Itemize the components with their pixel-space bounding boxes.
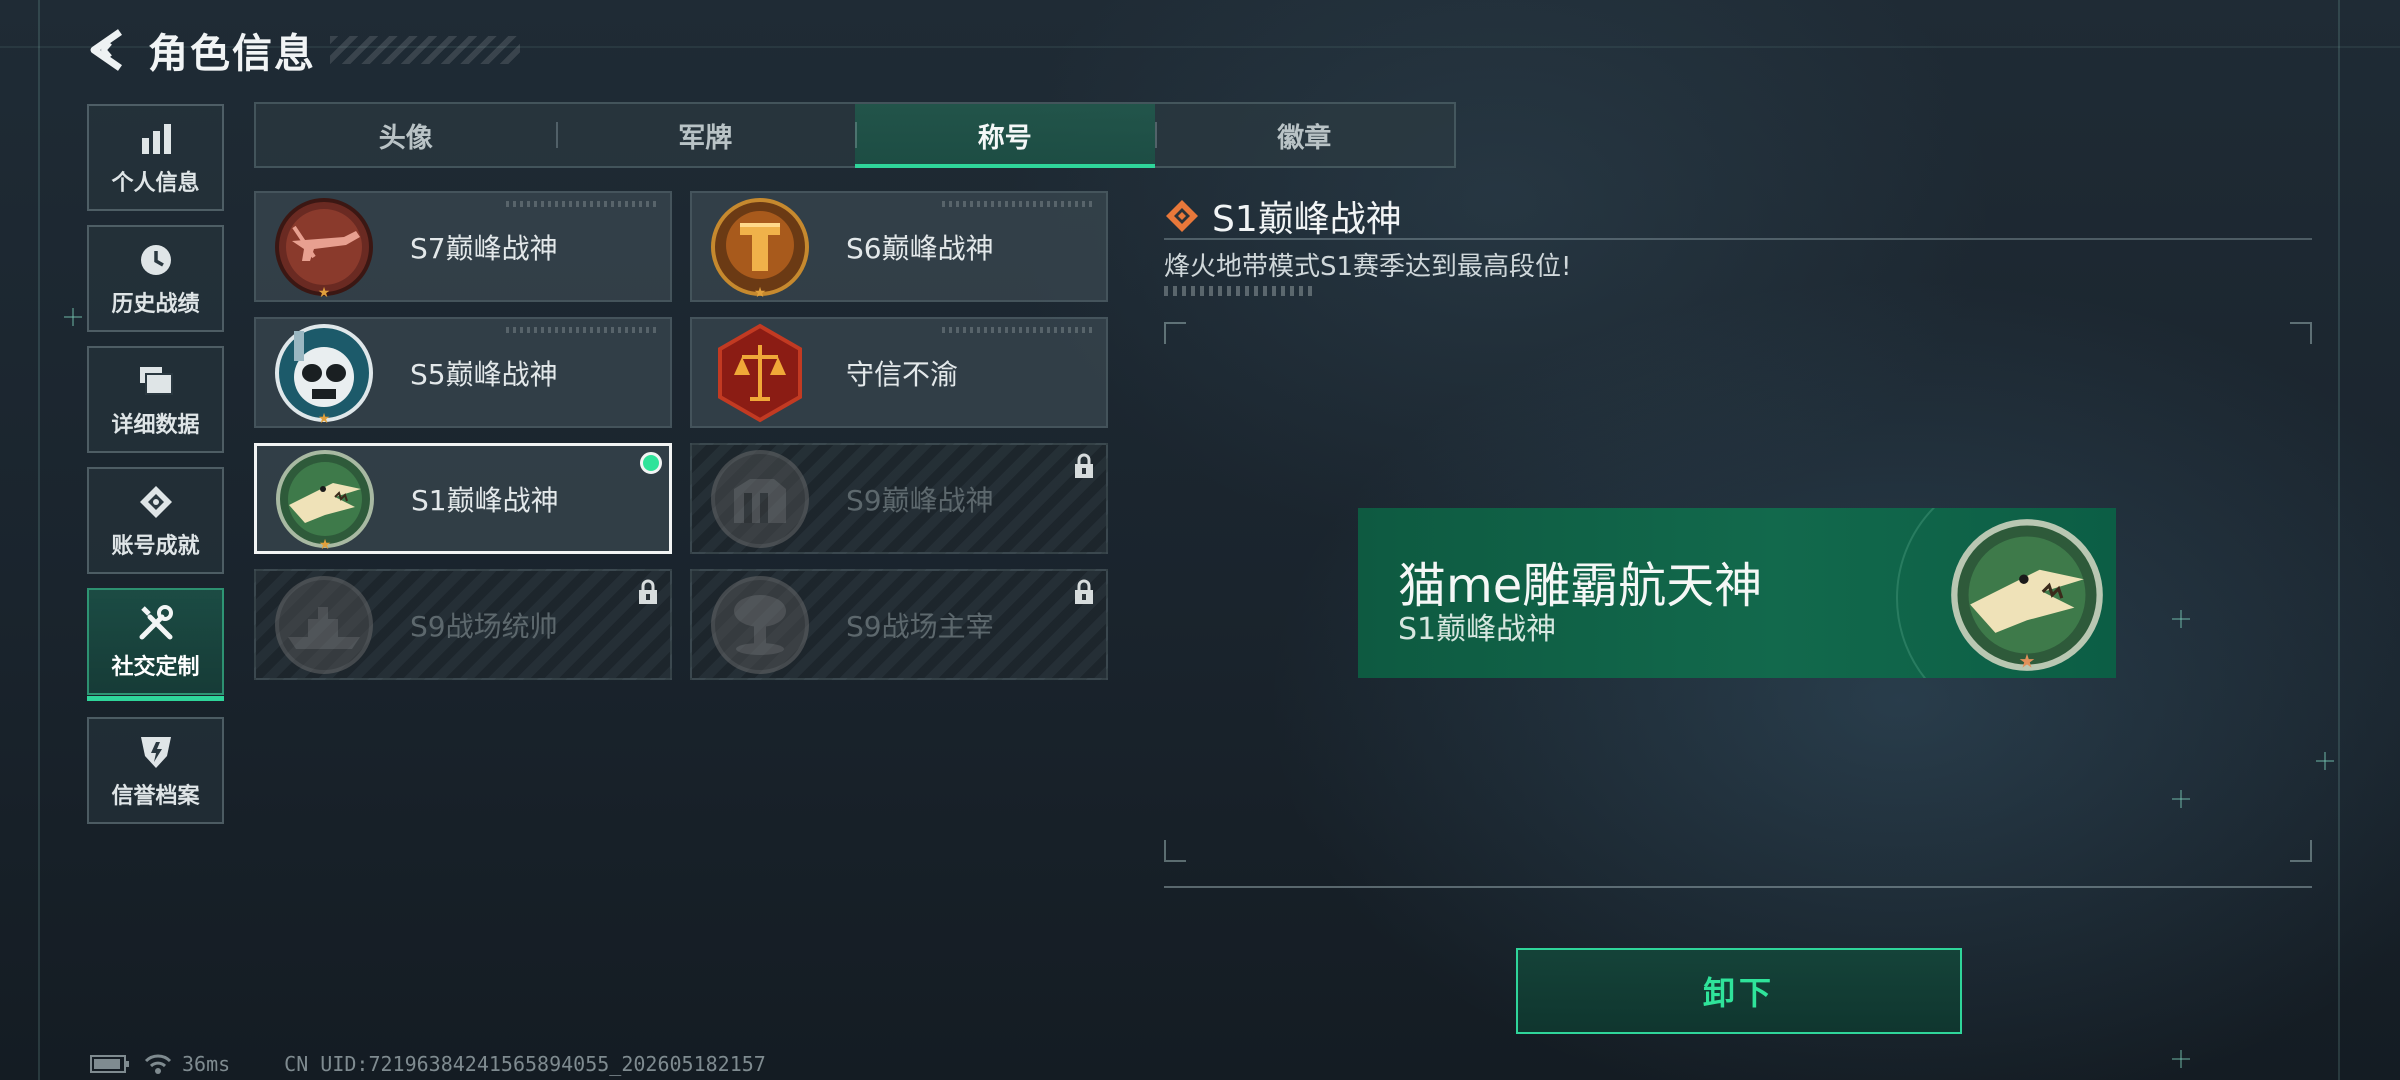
- card-decoration: [942, 327, 1092, 333]
- title-name: S6巅峰战神: [846, 231, 994, 265]
- crocodile-emblem-icon: ★: [275, 449, 375, 553]
- title-card[interactable]: 守信不渝: [690, 317, 1108, 428]
- title-card[interactable]: S9巅峰战神: [690, 443, 1108, 554]
- frame-corner: [2290, 322, 2312, 344]
- divider: [1164, 886, 2312, 888]
- sidebar-item-details[interactable]: 详细数据: [87, 346, 224, 453]
- lock-icon: [639, 579, 657, 604]
- title-card[interactable]: ★ S1巅峰战神: [254, 443, 672, 554]
- nameplate-title: S1巅峰战神: [1398, 612, 1557, 647]
- battleship-emblem-icon: [274, 575, 374, 675]
- title-name: S9巅峰战神: [846, 483, 994, 517]
- title-decoration: [330, 36, 520, 64]
- sidebar-item-label: 信誉档案: [111, 783, 200, 809]
- title-name: S9战场统帅: [410, 609, 558, 643]
- hud-plus-mark: [2172, 1050, 2190, 1068]
- scales-emblem-icon: [710, 323, 810, 423]
- hud-plus-mark: [2316, 752, 2334, 770]
- page-header: 角色信息: [84, 22, 520, 78]
- skull-mask-emblem-icon: ★: [274, 323, 374, 427]
- unequip-label: 卸下: [1702, 974, 1775, 1012]
- card-decoration: [506, 201, 656, 207]
- battery-icon: [90, 1055, 129, 1073]
- title-grid: ★ S7巅峰战神 ★ S6巅峰战神 ★ S5巅峰战神 守信不渝 ★ S1巅峰战神…: [254, 191, 1110, 680]
- sidebar-item-label: 个人信息: [111, 170, 200, 196]
- sidebar-item-social[interactable]: 社交定制: [87, 588, 224, 701]
- lock-icon: [1075, 579, 1093, 604]
- nameplate-preview: 猫me雕霸航天神 S1巅峰战神 ★: [1358, 508, 2116, 678]
- clock-icon: [136, 240, 176, 280]
- frame-corner: [1164, 840, 1186, 862]
- fortress-emblem-icon: [710, 449, 810, 549]
- card-decoration: [506, 327, 656, 333]
- divider: [1164, 238, 2312, 240]
- rank-star-icon: ★: [318, 536, 332, 553]
- sidebar-item-personal-info[interactable]: 个人信息: [87, 104, 224, 211]
- frame-corner: [1164, 322, 1186, 344]
- title-card[interactable]: ★ S7巅峰战神: [254, 191, 672, 302]
- sidebar-item-achievements[interactable]: 账号成就: [87, 467, 224, 574]
- sidebar-item-credit[interactable]: 信誉档案: [87, 717, 224, 824]
- ping-value: 36ms: [182, 1052, 231, 1076]
- unequip-button[interactable]: 卸下: [1516, 948, 1962, 1034]
- detail-description: 烽火地带模式S1赛季达到最高段位!: [1164, 252, 1572, 282]
- lock-icon: [1075, 453, 1093, 478]
- tab-avatar[interactable]: 头像: [256, 104, 556, 166]
- sidebar-item-history[interactable]: 历史战绩: [87, 225, 224, 332]
- back-button[interactable]: [84, 28, 128, 72]
- svg-text:★: ★: [2019, 651, 2036, 673]
- tools-icon: [136, 603, 176, 643]
- sidebar: 个人信息 历史战绩 详细数据 账号成就 社交定制 信誉档案: [87, 104, 224, 838]
- title-name: S7巅峰战神: [410, 231, 558, 265]
- bar-chart-icon: [136, 119, 176, 159]
- title-name: S1巅峰战神: [411, 483, 559, 517]
- sidebar-item-label: 详细数据: [111, 412, 200, 438]
- title-name: S9战场主宰: [846, 609, 994, 643]
- title-name: S5巅峰战神: [410, 357, 558, 391]
- shield-icon: [136, 732, 176, 772]
- rank-star-icon: ★: [753, 284, 767, 301]
- back-arrow-icon: [90, 29, 122, 71]
- title-card[interactable]: S9战场统帅: [254, 569, 672, 680]
- page-title: 角色信息: [148, 31, 316, 77]
- hud-line-right: [2338, 0, 2340, 1080]
- t-emblem-icon: ★: [710, 197, 810, 301]
- rifle-emblem-icon: ★: [274, 197, 374, 301]
- rank-star-icon: ★: [317, 410, 331, 427]
- detail-title: S1巅峰战神: [1212, 199, 1402, 240]
- crocodile-emblem-icon: ★: [1948, 516, 2106, 674]
- title-name: 守信不渝: [846, 357, 959, 391]
- detail-subtext-decoration: [1164, 286, 1314, 296]
- title-card[interactable]: ★ S5巅峰战神: [254, 317, 672, 428]
- tab-bar: 头像 军牌 称号 徽章: [254, 102, 1456, 168]
- sidebar-item-label: 历史战绩: [111, 291, 200, 317]
- title-card[interactable]: ★ S6巅峰战神: [690, 191, 1108, 302]
- uid-text: CN UID:7219638424156589405​5_20260518215…: [284, 1052, 766, 1076]
- tab-badge[interactable]: 徽章: [1154, 104, 1455, 166]
- diamond-icon: [1166, 200, 1198, 232]
- sidebar-item-label: 社交定制: [111, 654, 200, 680]
- tab-dogtag[interactable]: 军牌: [555, 104, 856, 166]
- rank-star-icon: ★: [317, 284, 331, 301]
- wifi-icon: [144, 1054, 172, 1074]
- folder-icon: [136, 361, 176, 401]
- sidebar-item-label: 账号成就: [111, 533, 200, 559]
- hud-plus-mark: [64, 308, 82, 326]
- tab-title[interactable]: 称号: [855, 104, 1155, 168]
- status-bar: 36ms CN UID:7219638424156589405​5_202605…: [90, 1052, 766, 1076]
- equipped-indicator: [640, 452, 662, 474]
- card-decoration: [942, 201, 1092, 207]
- detail-header: S1巅峰战神: [1164, 190, 1402, 242]
- hud-line-left: [38, 0, 40, 1080]
- mushroom-cloud-emblem-icon: [710, 575, 810, 675]
- achievement-icon: [136, 482, 176, 522]
- title-card[interactable]: S9战场主宰: [690, 569, 1108, 680]
- frame-corner: [2290, 840, 2312, 862]
